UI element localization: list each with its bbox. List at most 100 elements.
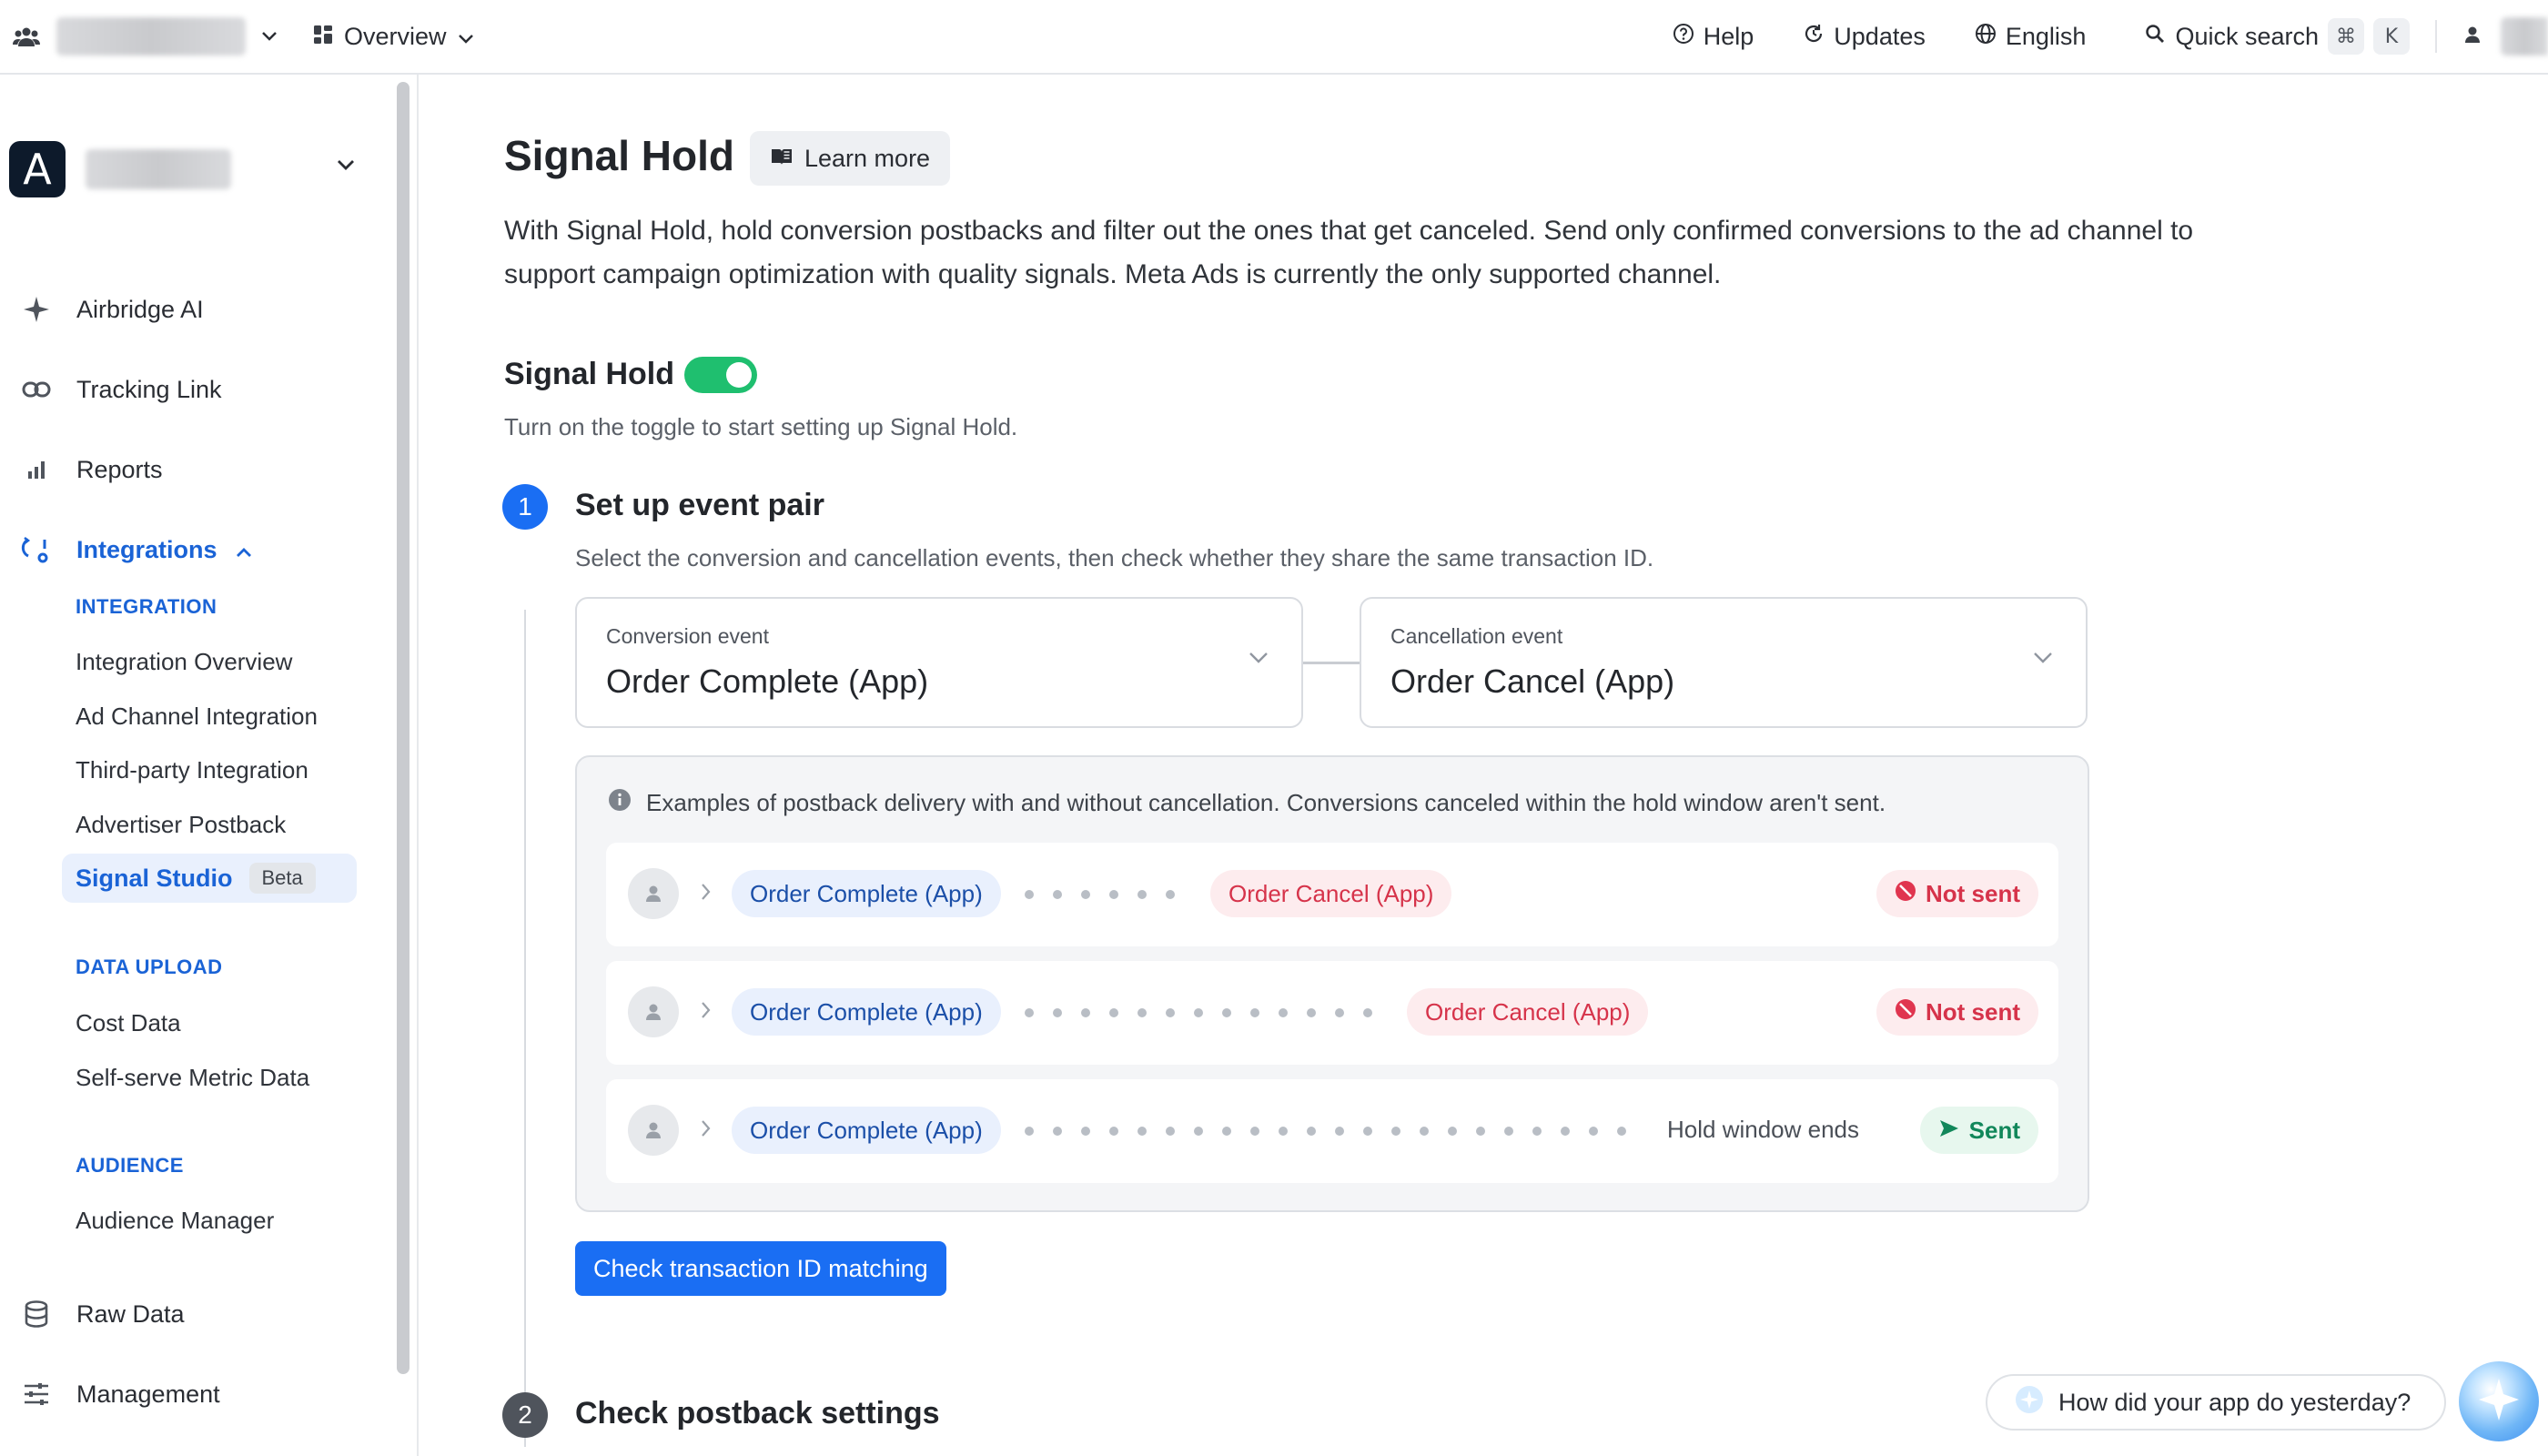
signal-hold-help-text: Turn on the toggle to start setting up S…: [504, 413, 1018, 440]
book-icon: [770, 145, 794, 173]
quick-search-label: Quick search: [2175, 22, 2319, 50]
hold-window-ends-text: Hold window ends: [1667, 1116, 1860, 1143]
conversion-event-select[interactable]: Conversion event Order Complete (App): [575, 597, 1303, 728]
help-link[interactable]: Help: [1673, 23, 1754, 51]
language-selector[interactable]: English: [1975, 22, 2087, 51]
event-pair-connector: [1303, 662, 1361, 664]
updates-label: Updates: [1834, 22, 1926, 50]
timeline-dots: [1025, 1008, 1372, 1017]
send-icon: [1938, 1117, 1960, 1145]
sidebar-item-tracking-link[interactable]: Tracking Link: [20, 373, 222, 406]
cancel-event-pill: Order Cancel (App): [1210, 870, 1452, 917]
search-icon: [2144, 23, 2166, 51]
learn-more-button[interactable]: Learn more: [750, 131, 951, 186]
chevron-down-icon: [1249, 652, 1269, 669]
step-2-title: Check postback settings: [575, 1396, 940, 1431]
status-label: Sent: [1968, 1116, 2020, 1144]
beta-badge: Beta: [248, 863, 316, 894]
ai-assistant-button[interactable]: [2459, 1361, 2539, 1441]
quick-search[interactable]: Quick search ⌘ K: [2144, 18, 2410, 55]
sidebar-item-integration-overview[interactable]: Integration Overview: [76, 648, 292, 676]
overview-menu[interactable]: Overview: [313, 23, 474, 51]
group-label-data-upload: DATA UPLOAD: [76, 956, 223, 978]
sidebar-item-label: Management: [76, 1380, 220, 1408]
app-name: [86, 149, 231, 189]
sidebar-item-label: Raw Data: [76, 1299, 185, 1328]
cancel-event-pill: Order Cancel (App): [1407, 988, 1649, 1036]
chevron-down-icon: [258, 25, 280, 47]
database-icon: [20, 1298, 53, 1330]
chevron-right-icon: [701, 1119, 712, 1142]
app-logo: A: [9, 141, 66, 197]
sidebar-item-integrations[interactable]: Integrations: [20, 533, 252, 566]
status-label: Not sent: [1926, 997, 2020, 1026]
example-row: Order Complete (App) Order Cancel (App) …: [606, 961, 2058, 1065]
sparkle-icon: [2474, 1375, 2523, 1429]
toggle-knob: [726, 362, 752, 388]
chevron-down-icon: [2033, 652, 2053, 669]
info-icon: [608, 788, 632, 818]
check-transaction-id-button[interactable]: Check transaction ID matching: [575, 1241, 946, 1296]
ai-chat-prompt[interactable]: How did your app do yesterday?: [1986, 1374, 2446, 1431]
sidebar-item-cost-data[interactable]: Cost Data: [76, 1009, 181, 1037]
cancellation-event-label: Cancellation event: [1390, 624, 1563, 648]
cancellation-event-select[interactable]: Cancellation event Order Cancel (App): [1360, 597, 2088, 728]
sidebar-item-airbridge-ai[interactable]: Airbridge AI: [20, 293, 204, 326]
help-label: Help: [1703, 22, 1754, 50]
example-row: Order Complete (App) Hold window ends Se…: [606, 1079, 2058, 1183]
account-menu[interactable]: [2462, 17, 2548, 56]
sidebar-item-label: Signal Studio: [76, 864, 233, 892]
chevron-right-icon: [701, 1001, 712, 1024]
top-bar: Overview Help Updates English Quick sear…: [0, 0, 2548, 75]
sidebar-item-raw-data[interactable]: Raw Data: [20, 1298, 185, 1330]
sparkle-badge-icon: [2015, 1385, 2044, 1421]
step-1-description: Select the conversion and cancellation e…: [575, 544, 1654, 571]
integrations-icon: [20, 533, 53, 566]
sidebar-scrollbar[interactable]: [397, 82, 410, 1374]
team-icon: [11, 21, 42, 52]
learn-more-label: Learn more: [804, 144, 931, 172]
conversion-event-label: Conversion event: [606, 624, 769, 648]
group-label-audience: AUDIENCE: [76, 1154, 184, 1177]
app-switcher[interactable]: A: [9, 140, 355, 198]
sidebar-item-ad-channel-integration[interactable]: Ad Channel Integration: [76, 703, 318, 731]
dashboard-icon: [313, 23, 333, 51]
sidebar-item-third-party-integration[interactable]: Third-party Integration: [76, 756, 308, 784]
ai-chat-prompt-text: How did your app do yesterday?: [2058, 1388, 2412, 1416]
page-description: With Signal Hold, hold conversion postba…: [504, 216, 2194, 289]
signal-hold-toggle[interactable]: [684, 357, 757, 393]
status-badge-not-sent: Not sent: [1876, 988, 2038, 1036]
overview-label: Overview: [344, 22, 447, 50]
updates-link[interactable]: Updates: [1803, 23, 1926, 51]
user-avatar-icon: [628, 986, 679, 1037]
sidebar-item-self-serve-metric-data[interactable]: Self-serve Metric Data: [76, 1064, 309, 1092]
language-label: English: [2005, 22, 2087, 50]
user-avatar-icon: [628, 868, 679, 919]
status-badge-sent: Sent: [1919, 1107, 2038, 1154]
sidebar-item-advertiser-postback[interactable]: Advertiser Postback: [76, 811, 286, 839]
step-2-number: 2: [502, 1392, 548, 1438]
timeline-dots: [1025, 1127, 1626, 1136]
account-name: [2501, 17, 2548, 56]
sidebar-item-label: Airbridge AI: [76, 295, 204, 323]
sidebar-item-label: Integrations: [76, 535, 217, 563]
chevron-up-icon: [236, 536, 252, 564]
chevron-down-icon: [458, 23, 474, 51]
sidebar-item-audience-manager[interactable]: Audience Manager: [76, 1207, 274, 1235]
workspace-switcher[interactable]: Overview: [0, 17, 474, 56]
page-title: Signal Hold: [504, 132, 734, 179]
conversion-event-value: Order Complete (App): [606, 662, 929, 700]
group-label-integration: INTEGRATION: [76, 595, 217, 618]
sidebar-item-management[interactable]: Management: [20, 1378, 220, 1410]
bar-chart-icon: [20, 453, 53, 486]
status-label: Not sent: [1926, 879, 2020, 907]
globe-icon: [1975, 23, 1997, 51]
conversion-event-pill: Order Complete (App): [732, 988, 1001, 1036]
examples-note: Examples of postback delivery with and w…: [608, 788, 1886, 818]
step-1-title: Set up event pair: [575, 488, 824, 522]
status-badge-not-sent: Not sent: [1876, 870, 2038, 917]
sidebar-item-reports[interactable]: Reports: [20, 453, 163, 486]
example-row: Order Complete (App) Order Cancel (App) …: [606, 843, 2058, 946]
postback-examples-panel: Examples of postback delivery with and w…: [575, 755, 2089, 1212]
sidebar-item-signal-studio[interactable]: Signal Studio Beta: [62, 854, 357, 903]
